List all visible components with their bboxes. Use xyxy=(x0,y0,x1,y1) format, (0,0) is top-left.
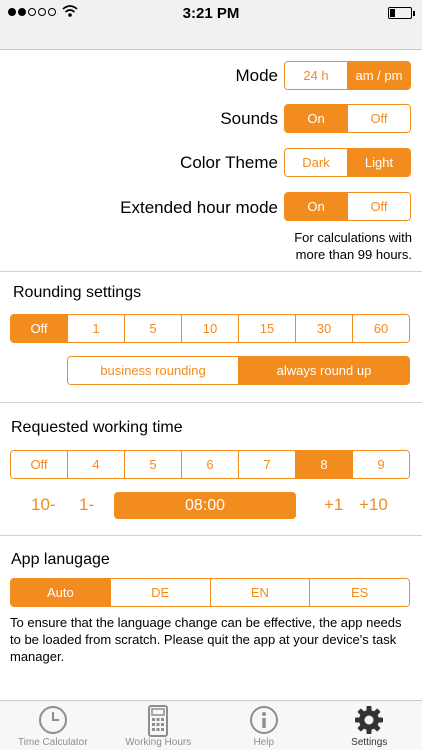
working-time-option-5[interactable]: 5 xyxy=(124,451,181,478)
divider xyxy=(0,535,422,536)
working-time-title: Requested working time xyxy=(11,419,183,436)
tab-label: Time Calculator xyxy=(17,737,88,748)
battery-icon xyxy=(388,7,415,19)
language-option-de[interactable]: DE xyxy=(109,579,210,606)
status-time: 3:21 PM xyxy=(182,5,240,22)
calculator-icon xyxy=(148,705,169,737)
sounds-option-on[interactable]: On xyxy=(285,105,347,132)
minus-10-button[interactable]: 10- xyxy=(31,495,56,515)
tab-label: Settings xyxy=(351,737,388,748)
extended-option-off[interactable]: Off xyxy=(347,193,410,220)
tab-working-hours[interactable]: Working Hours xyxy=(106,701,212,750)
clock-icon xyxy=(38,706,67,734)
mode-label: Mode xyxy=(235,66,278,85)
extended-option-on[interactable]: On xyxy=(285,193,347,220)
color-theme-segmented-control: Dark Light xyxy=(284,148,411,177)
mode-option-24h[interactable]: 24 h xyxy=(285,62,347,89)
color-theme-label: Color Theme xyxy=(180,153,278,172)
rounding-method-segmented-control: business rounding always round up xyxy=(67,356,410,385)
divider xyxy=(0,402,422,403)
working-time-segmented-control: Off 4 5 6 7 8 9 xyxy=(10,450,410,479)
tab-help[interactable]: Help xyxy=(211,701,317,750)
rounding-option-off[interactable]: Off xyxy=(11,315,67,342)
rounding-option-1[interactable]: 1 xyxy=(67,315,124,342)
language-option-auto[interactable]: Auto xyxy=(11,579,110,606)
language-option-en[interactable]: EN xyxy=(209,579,310,606)
app-language-title: App lanugage xyxy=(11,551,110,568)
sounds-segmented-control: On Off xyxy=(284,104,411,133)
sounds-option-off[interactable]: Off xyxy=(347,105,410,132)
extended-hour-segmented-control: On Off xyxy=(284,192,411,221)
tab-settings[interactable]: Settings xyxy=(317,701,422,750)
rounding-option-60[interactable]: 60 xyxy=(352,315,409,342)
working-time-option-6[interactable]: 6 xyxy=(181,451,238,478)
tab-label: Help xyxy=(253,737,275,748)
extended-hour-label: Extended hour mode xyxy=(120,198,278,217)
working-time-option-off[interactable]: Off xyxy=(11,451,67,478)
rounding-option-10[interactable]: 10 xyxy=(181,315,238,342)
divider xyxy=(0,271,422,272)
rounding-settings-title: Rounding settings xyxy=(13,284,142,301)
tab-time-calculator[interactable]: Time Calculator xyxy=(0,701,106,750)
tab-label: Working Hours xyxy=(125,737,192,748)
working-time-option-4[interactable]: 4 xyxy=(67,451,124,478)
working-time-value[interactable]: 08:00 xyxy=(114,492,296,519)
gear-icon xyxy=(355,706,384,734)
theme-option-light[interactable]: Light xyxy=(347,149,410,176)
tab-bar: Time Calculator Working Hours Help Setti… xyxy=(0,700,422,750)
rounding-option-15[interactable]: 15 xyxy=(238,315,295,342)
theme-option-dark[interactable]: Dark xyxy=(285,149,347,176)
language-note: To ensure that the language change can b… xyxy=(10,615,402,664)
plus-1-button[interactable]: +1 xyxy=(324,495,343,515)
status-bar: 3:21 PM xyxy=(0,0,422,26)
language-segmented-control: Auto DE EN ES xyxy=(10,578,410,607)
rounding-segmented-control: Off 1 5 10 15 30 60 xyxy=(10,314,410,343)
extended-hour-note: For calculations with more than 99 hours… xyxy=(294,230,412,262)
minus-1-button[interactable]: 1- xyxy=(79,495,94,515)
rounding-option-30[interactable]: 30 xyxy=(295,315,352,342)
working-time-option-8[interactable]: 8 xyxy=(295,451,352,478)
navigation-bar xyxy=(0,26,422,50)
working-time-option-7[interactable]: 7 xyxy=(238,451,295,478)
plus-10-button[interactable]: +10 xyxy=(359,495,388,515)
business-rounding-option[interactable]: business rounding xyxy=(68,357,238,384)
rounding-option-5[interactable]: 5 xyxy=(124,315,181,342)
mode-option-ampm[interactable]: am / pm xyxy=(347,62,410,89)
language-option-es[interactable]: ES xyxy=(309,579,409,606)
mode-segmented-control: 24 h am / pm xyxy=(284,61,411,90)
working-time-option-9[interactable]: 9 xyxy=(352,451,409,478)
always-round-up-option[interactable]: always round up xyxy=(238,357,409,384)
sounds-label: Sounds xyxy=(220,109,278,128)
info-icon xyxy=(249,706,278,734)
